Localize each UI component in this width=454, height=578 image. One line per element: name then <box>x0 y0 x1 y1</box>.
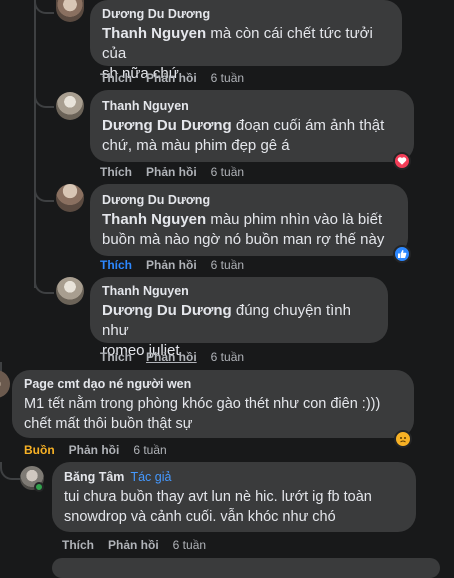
thread-elbow <box>34 92 54 108</box>
comment-bubble: Thanh Nguyen Dương Du Dương đúng chuyện … <box>90 277 388 359</box>
comment-bubble: Dương Du Dương Thanh Nguyen màu phim nhì… <box>90 184 408 256</box>
reply-button[interactable]: Phản hồi <box>146 70 197 86</box>
comment-text: Thanh Nguyen màu phim nhìn vào là biết bu… <box>102 211 385 248</box>
like-button[interactable]: Thích <box>100 349 132 365</box>
sad-reaction-icon[interactable] <box>394 430 412 448</box>
comment-bubble: Thanh Nguyen Dương Du Dương đoạn cuối ám… <box>90 90 414 162</box>
thread-elbow <box>0 462 20 480</box>
reply-button[interactable]: Phản hồi <box>69 442 120 458</box>
thread-elbow <box>34 0 54 14</box>
like-button[interactable]: Buồn <box>24 442 55 458</box>
like-button[interactable]: Thích <box>100 257 132 273</box>
reply-button[interactable]: Phản hồi <box>146 164 197 180</box>
timestamp[interactable]: 6 tuần <box>173 537 206 553</box>
comment-author[interactable]: Dương Du Dương <box>102 6 390 22</box>
timestamp[interactable]: 6 tuần <box>211 70 244 86</box>
comment-actions: Thích Phản hồi 6 tuần <box>62 537 206 553</box>
mention[interactable]: Thanh Nguyen <box>102 25 206 42</box>
heart-reaction-icon[interactable] <box>393 152 411 170</box>
comment-author[interactable]: Thanh Nguyen <box>102 98 402 114</box>
mention[interactable]: Dương Du Dương <box>102 302 232 319</box>
reply-button[interactable]: Phản hồi <box>146 257 197 273</box>
avatar[interactable] <box>56 184 84 212</box>
timestamp[interactable]: 6 tuần <box>133 442 166 458</box>
avatar[interactable] <box>56 277 84 305</box>
comment-actions: Thích Phản hồi 6 tuần <box>100 70 244 86</box>
timestamp[interactable]: 6 tuần <box>211 164 244 180</box>
comment-author[interactable]: Băng Tâm Tác giả <box>64 469 404 485</box>
reply-button[interactable]: Phản hồi <box>108 537 159 553</box>
online-status-icon <box>34 482 44 492</box>
comment-text: M1 tết nằm trong phòng khóc gào thét như… <box>24 396 381 432</box>
comment-bubble: Dương Du Dương Thanh Nguyen mà còn cái c… <box>90 0 402 82</box>
comment-actions: Buồn Phản hồi 6 tuần <box>24 442 167 458</box>
comment-bubble: Băng Tâm Tác giả tui chưa buồn thay avt l… <box>52 462 416 532</box>
author-badge: Tác giả <box>130 470 172 484</box>
comment-bubble: Page cmt dạo né người wen M1 tết nằm tro… <box>12 370 414 438</box>
comment-actions: Thích Phản hồi 6 tuần <box>100 349 244 365</box>
mention[interactable]: Thanh Nguyen <box>102 211 206 228</box>
comment-author[interactable]: Thanh Nguyen <box>102 283 376 299</box>
comment-author[interactable]: Page cmt dạo né người wen <box>24 376 402 392</box>
like-button[interactable]: Thích <box>100 70 132 86</box>
comment-text: tui chưa buồn thay avt lun nè hic. lướt … <box>64 489 372 525</box>
avatar[interactable] <box>56 0 84 22</box>
thread-elbow <box>34 186 54 202</box>
reply-button[interactable]: Phản hồi <box>146 349 197 365</box>
like-button[interactable]: Thích <box>62 537 94 553</box>
like-reaction-icon[interactable] <box>393 245 411 263</box>
comment-text: Dương Du Dương đoạn cuối ám ảnh thật chứ,… <box>102 117 385 154</box>
mention[interactable]: Dương Du Dương <box>102 117 232 134</box>
thread-elbow <box>34 278 54 294</box>
comment-bubble <box>52 558 440 578</box>
avatar[interactable] <box>56 92 84 120</box>
thread-line <box>34 0 36 288</box>
comment-actions: Thích Phản hồi 6 tuần <box>100 257 244 273</box>
like-button[interactable]: Thích <box>100 164 132 180</box>
timestamp[interactable]: 6 tuần <box>211 257 244 273</box>
comment-author[interactable]: Dương Du Dương <box>102 192 396 208</box>
avatar[interactable] <box>0 370 10 398</box>
timestamp[interactable]: 6 tuần <box>211 349 244 365</box>
comment-actions: Thích Phản hồi 6 tuần <box>100 164 244 180</box>
